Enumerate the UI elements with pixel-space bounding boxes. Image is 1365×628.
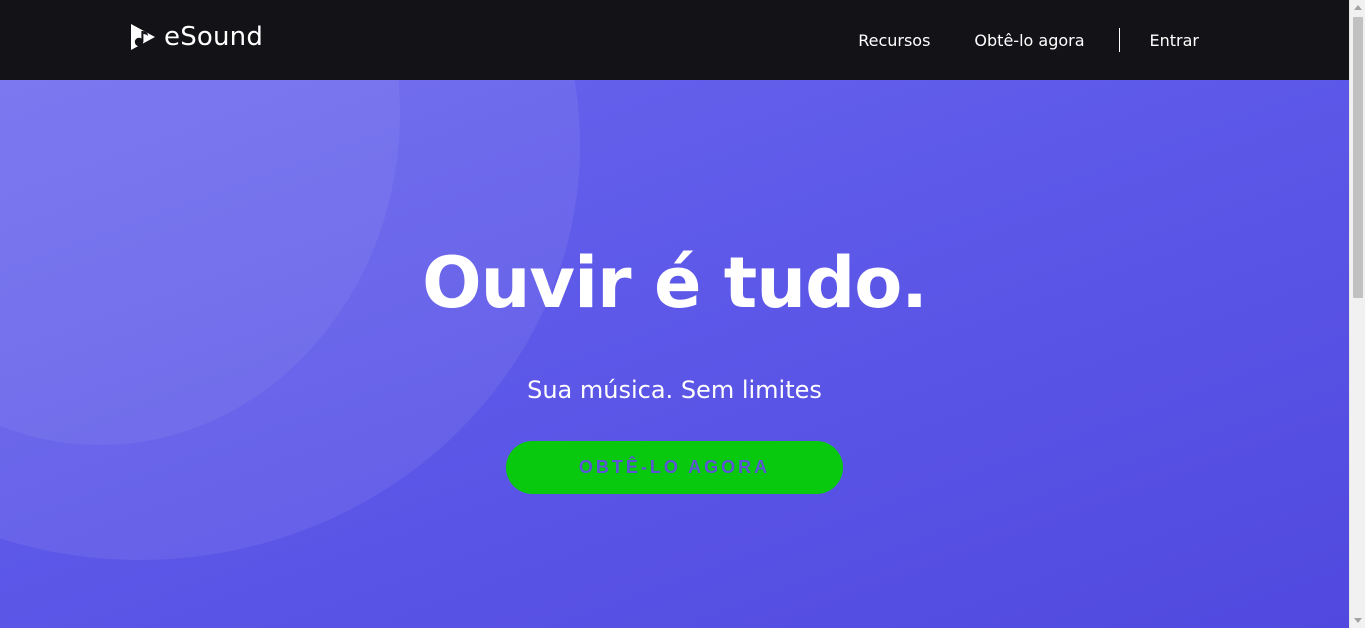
scroll-down-arrow-icon[interactable]: [1354, 618, 1362, 623]
get-it-now-button[interactable]: OBTÊ-LO AGORA: [506, 441, 843, 494]
nav-link-get-it-now[interactable]: Obtê-lo agora: [974, 31, 1084, 50]
nav-link-recursos[interactable]: Recursos: [858, 31, 930, 50]
vertical-scrollbar[interactable]: [1349, 0, 1365, 628]
hero-section: Ouvir é tudo. Sua música. Sem limites OB…: [0, 80, 1349, 628]
logo-text: eSound: [164, 22, 264, 52]
main-nav: Recursos Obtê-lo agora Entrar: [858, 0, 1199, 80]
scroll-up-arrow-icon[interactable]: [1354, 5, 1362, 10]
nav-divider: [1118, 28, 1120, 52]
hero-title: Ouvir é tudo.: [422, 242, 928, 324]
page: eSound Recursos Obtê-lo agora Entrar Ouv…: [0, 0, 1365, 628]
hero-subtitle: Sua música. Sem limites: [527, 376, 822, 404]
top-navigation-bar: eSound Recursos Obtê-lo agora Entrar: [0, 0, 1349, 80]
nav-link-login[interactable]: Entrar: [1150, 31, 1199, 50]
esound-logo[interactable]: eSound: [128, 20, 263, 54]
music-note-icon: [131, 24, 155, 50]
scrollbar-thumb[interactable]: [1353, 17, 1363, 298]
